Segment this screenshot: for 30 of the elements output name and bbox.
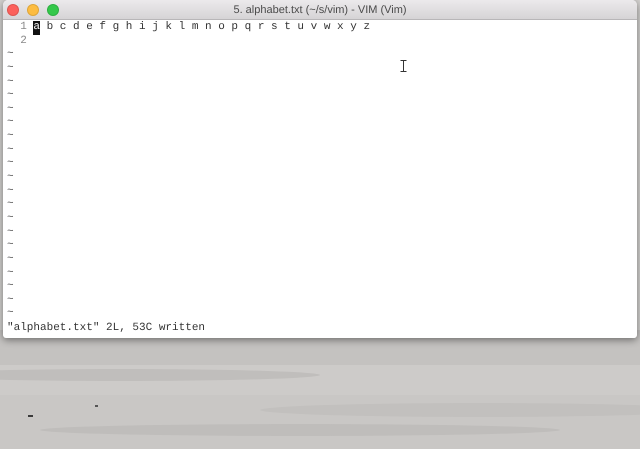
empty-line-marker: ~: [7, 239, 14, 253]
empty-line-marker: ~: [7, 157, 14, 172]
empty-line-marker: ~: [7, 89, 14, 103]
line-number: 1: [19, 21, 28, 35]
empty-line-marker: ~: [7, 48, 14, 62]
empty-line-marker: ~: [7, 144, 14, 158]
empty-line-marker: ~: [7, 76, 14, 90]
empty-line-marker: ~: [7, 198, 14, 212]
empty-line-marker: ~: [7, 294, 14, 308]
line-text: b c d e f g h i j k l m n o p q r s t u v w x y z: [46, 21, 370, 35]
empty-line-marker: ~: [7, 252, 14, 267]
status-message: "alphabet.txt" 2L, 53C written: [7, 322, 206, 336]
empty-line-marker: ~: [7, 171, 14, 185]
empty-line-marker: ~: [7, 130, 14, 144]
empty-line-marker: ~: [7, 116, 14, 130]
empty-line-marker: ~: [7, 102, 14, 116]
zoom-button[interactable]: [47, 4, 59, 16]
cursor-character: a: [33, 21, 40, 35]
empty-line-marker: ~: [7, 280, 14, 294]
empty-line-marker: ~: [7, 266, 14, 280]
text-cursor-icon: [400, 60, 407, 72]
close-button[interactable]: [7, 4, 19, 16]
empty-line-marker: ~: [7, 184, 14, 198]
line-number: 2: [19, 34, 28, 48]
empty-line-marker: ~: [7, 226, 14, 240]
empty-line-marker: ~: [7, 212, 14, 226]
empty-line-marker: ~: [7, 62, 14, 76]
empty-line-marker: ~: [7, 307, 14, 322]
window-title: 5. alphabet.txt (~/s/vim) - VIM (Vim): [233, 4, 407, 16]
minimize-button[interactable]: [27, 4, 39, 16]
